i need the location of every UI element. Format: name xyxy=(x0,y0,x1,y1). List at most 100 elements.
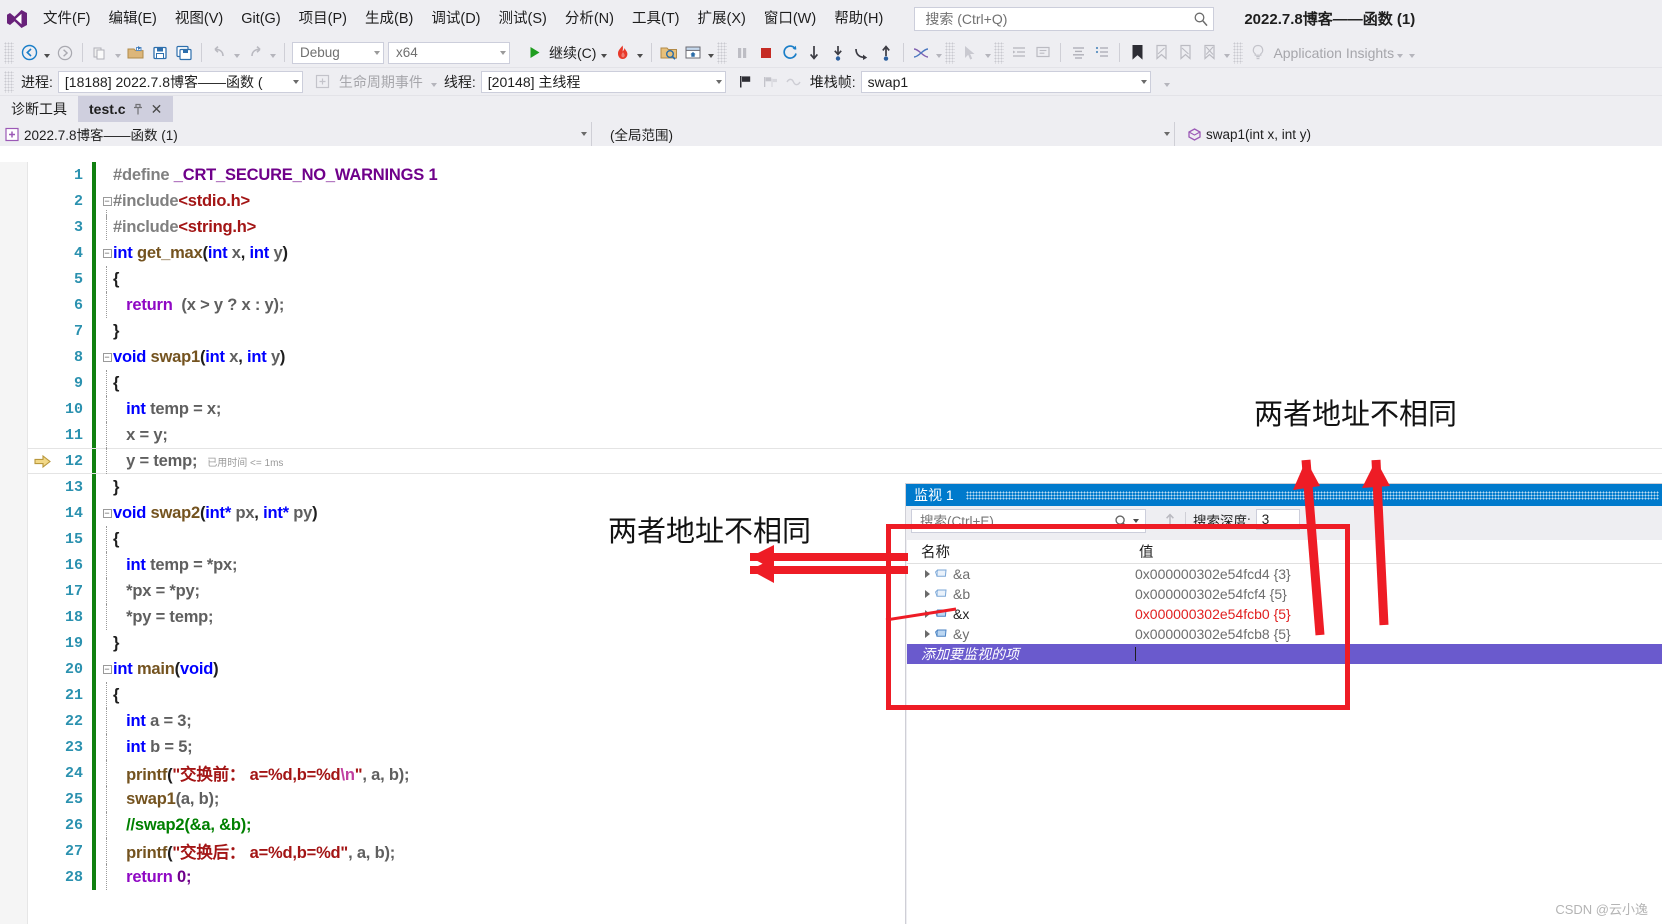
code-text[interactable]: #define _CRT_SECURE_NO_WARNINGS 1 xyxy=(113,166,437,185)
breakpoint-margin[interactable] xyxy=(28,448,48,474)
stackframe-select[interactable]: swap1 xyxy=(861,71,1151,93)
navbar-scope-select[interactable]: (全局范围) xyxy=(592,122,1175,146)
outlining-margin[interactable]: − xyxy=(101,249,113,258)
toolbar-grip[interactable] xyxy=(1233,42,1243,64)
step-over-arrow-icon[interactable] xyxy=(826,41,850,65)
solution-configuration-select[interactable]: Debug xyxy=(292,42,384,64)
toolbar-overflow-button[interactable] xyxy=(1406,41,1418,65)
code-text[interactable]: void swap1(int x, int y) xyxy=(113,348,285,367)
bookmark-icon[interactable] xyxy=(1125,41,1149,65)
code-text[interactable]: } xyxy=(113,634,119,653)
lifecycle-events-dropdown[interactable] xyxy=(428,70,440,94)
code-text[interactable]: { xyxy=(113,686,119,705)
menu-item-project[interactable]: 项目(P) xyxy=(290,0,356,38)
clear-bookmark-icon[interactable] xyxy=(1197,41,1221,65)
code-line[interactable]: 5 { xyxy=(28,266,1662,292)
breakpoint-margin[interactable] xyxy=(28,162,48,188)
save-icon[interactable] xyxy=(148,41,172,65)
breakpoint-margin[interactable] xyxy=(28,266,48,292)
menu-item-view[interactable]: 视图(V) xyxy=(166,0,232,38)
step-up-arrow-icon[interactable] xyxy=(874,41,898,65)
menu-item-file[interactable]: 文件(F) xyxy=(34,0,100,38)
code-text[interactable]: return 0; xyxy=(113,868,191,887)
next-bookmark-icon[interactable] xyxy=(1173,41,1197,65)
bookmark-dropdown[interactable] xyxy=(1221,41,1233,65)
breakpoint-margin[interactable] xyxy=(28,292,48,318)
chevron-down-icon[interactable] xyxy=(1133,519,1139,523)
outlining-margin[interactable]: − xyxy=(101,353,113,362)
breakpoint-margin[interactable] xyxy=(28,188,48,214)
breakpoint-margin[interactable] xyxy=(28,656,48,682)
code-text[interactable]: int temp = *px; xyxy=(113,556,237,575)
flag-icon[interactable] xyxy=(734,70,758,94)
restart-circular-icon[interactable] xyxy=(778,41,802,65)
code-text[interactable]: int b = 5; xyxy=(113,738,192,757)
code-text[interactable]: #include<string.h> xyxy=(113,218,256,237)
breakpoint-margin[interactable] xyxy=(28,786,48,812)
menu-item-build[interactable]: 生成(B) xyxy=(356,0,422,38)
pause-icon[interactable] xyxy=(730,41,754,65)
lightbulb-icon[interactable] xyxy=(1246,41,1270,65)
stop-square-icon[interactable] xyxy=(754,41,778,65)
breakpoint-margin[interactable] xyxy=(28,240,48,266)
threads-icon[interactable] xyxy=(909,41,933,65)
step-into-arrow-icon[interactable] xyxy=(802,41,826,65)
code-line-current[interactable]: 12 y = temp;已用时间 <= 1ms xyxy=(28,448,1662,474)
toolbar-grip[interactable] xyxy=(717,42,727,64)
window-layout-dropdown[interactable] xyxy=(705,41,717,65)
solution-platform-select[interactable]: x64 xyxy=(388,42,510,64)
lifecycle-events-label[interactable]: 生命周期事件 xyxy=(335,72,428,92)
window-layout-icon[interactable] xyxy=(681,41,705,65)
code-text[interactable]: { xyxy=(113,530,119,549)
redo-icon[interactable] xyxy=(243,41,267,65)
new-item-icon[interactable] xyxy=(88,41,112,65)
code-text[interactable]: printf("交换后： a=%d,b=%d", a, b); xyxy=(113,839,395,863)
collapse-box-icon[interactable]: − xyxy=(103,665,112,674)
code-text[interactable]: return (x > y ? x : y); xyxy=(113,296,284,315)
application-insights-dropdown[interactable] xyxy=(1394,41,1406,65)
align-icon[interactable] xyxy=(1066,41,1090,65)
breakpoint-margin[interactable] xyxy=(28,578,48,604)
menu-item-tools[interactable]: 工具(T) xyxy=(623,0,689,38)
continue-button-label[interactable]: 继续(C) xyxy=(546,43,598,63)
collapse-box-icon[interactable]: − xyxy=(103,249,112,258)
global-search-input[interactable] xyxy=(923,10,1193,28)
code-line[interactable]: 7 } xyxy=(28,318,1662,344)
breakpoint-margin[interactable] xyxy=(28,708,48,734)
code-text[interactable]: printf("交换前： a=%d,b=%d\n", a, b); xyxy=(113,761,409,785)
breakpoint-margin[interactable] xyxy=(28,318,48,344)
process-select[interactable]: [18188] 2022.7.8博客——函数 ( xyxy=(58,71,303,93)
close-icon[interactable]: ✕ xyxy=(151,101,163,118)
attach-to-process-icon[interactable] xyxy=(657,41,681,65)
hot-reload-flame-icon[interactable] xyxy=(610,41,634,65)
menu-item-help[interactable]: 帮助(H) xyxy=(825,0,892,38)
code-line[interactable]: 1 #define _CRT_SECURE_NO_WARNINGS 1 xyxy=(28,162,1662,188)
debug-toolbar-overflow[interactable] xyxy=(1161,70,1173,94)
save-all-icon[interactable] xyxy=(172,41,196,65)
global-search-box[interactable] xyxy=(914,7,1214,31)
comment-icon[interactable] xyxy=(1031,41,1055,65)
code-text[interactable]: swap1(a, b); xyxy=(113,790,219,809)
code-text[interactable]: #include<stdio.h> xyxy=(113,192,250,211)
indent-icon[interactable] xyxy=(1007,41,1031,65)
editor-indicator-margin[interactable] xyxy=(0,162,28,924)
watch-window-title-bar[interactable]: 监视 1 xyxy=(906,484,1662,506)
toolbar-grip[interactable] xyxy=(4,42,14,64)
breakpoint-margin[interactable] xyxy=(28,630,48,656)
outlining-margin[interactable]: − xyxy=(101,509,113,518)
menu-item-extensions[interactable]: 扩展(X) xyxy=(689,0,755,38)
menu-item-debug[interactable]: 调试(D) xyxy=(422,0,489,38)
breakpoint-margin[interactable] xyxy=(28,500,48,526)
breakpoint-margin[interactable] xyxy=(28,864,48,890)
code-text[interactable]: x = y; xyxy=(113,426,168,445)
open-file-icon[interactable] xyxy=(124,41,148,65)
menu-item-analyze[interactable]: 分析(N) xyxy=(556,0,623,38)
code-text[interactable]: } xyxy=(113,322,119,341)
navbar-project-select[interactable]: 2022.7.8博客——函数 (1) xyxy=(0,122,592,146)
navigate-forward-icon[interactable] xyxy=(53,41,77,65)
outdent-icon[interactable] xyxy=(1090,41,1114,65)
breakpoint-margin[interactable] xyxy=(28,682,48,708)
code-text[interactable]: int get_max(int x, int y) xyxy=(113,244,288,263)
breakpoint-margin[interactable] xyxy=(28,396,48,422)
code-text[interactable]: { xyxy=(113,374,119,393)
